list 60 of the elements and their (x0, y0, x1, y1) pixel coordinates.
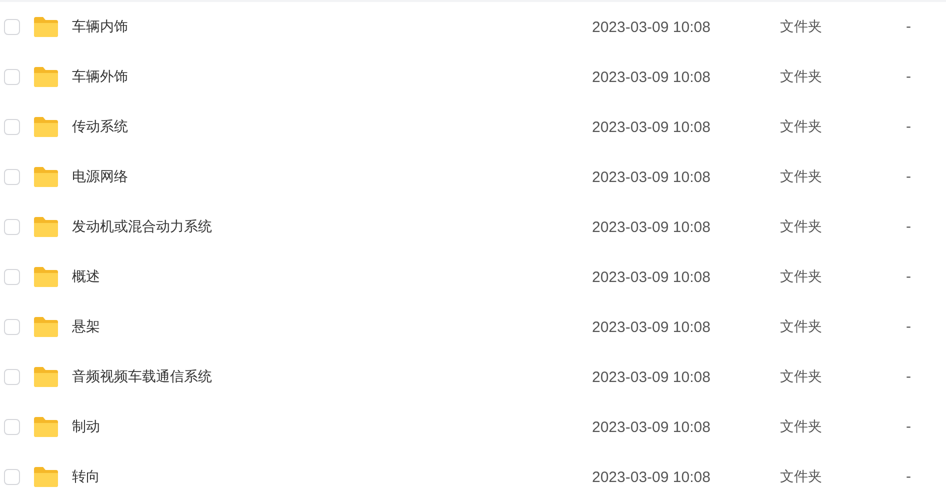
file-type: 文件夹 (780, 218, 823, 236)
file-size: - (906, 319, 912, 335)
checkbox[interactable] (4, 19, 20, 35)
modified-date: 2023-03-09 10:08 (592, 168, 712, 186)
checkbox[interactable] (4, 419, 20, 435)
modified-date: 2023-03-09 10:08 (592, 318, 712, 336)
file-name[interactable]: 电源网络 (72, 168, 592, 186)
modified-date: 2023-03-09 10:08 (592, 68, 712, 86)
file-name[interactable]: 车辆内饰 (72, 18, 592, 36)
file-size: - (906, 369, 912, 385)
file-size: - (906, 219, 912, 235)
folder-icon (33, 16, 59, 38)
folder-icon (33, 266, 59, 288)
file-size: - (906, 469, 912, 485)
checkbox[interactable] (4, 269, 20, 285)
modified-date: 2023-03-09 10:08 (592, 18, 712, 36)
checkbox[interactable] (4, 319, 20, 335)
folder-icon (33, 316, 59, 338)
folder-icon (33, 166, 59, 188)
checkbox[interactable] (4, 219, 20, 235)
file-size: - (906, 169, 912, 185)
file-size: - (906, 269, 912, 285)
file-name[interactable]: 制动 (72, 418, 592, 436)
file-type: 文件夹 (780, 168, 823, 186)
file-name[interactable]: 音频视频车载通信系统 (72, 368, 592, 386)
folder-icon (33, 66, 59, 88)
file-type: 文件夹 (780, 68, 823, 86)
file-size: - (906, 119, 912, 135)
file-size: - (906, 419, 912, 435)
file-name[interactable]: 转向 (72, 468, 592, 486)
file-type: 文件夹 (780, 418, 823, 436)
folder-icon (33, 216, 59, 238)
checkbox[interactable] (4, 169, 20, 185)
file-type: 文件夹 (780, 318, 823, 336)
checkbox[interactable] (4, 119, 20, 135)
checkbox[interactable] (4, 69, 20, 85)
checkbox[interactable] (4, 369, 20, 385)
file-type: 文件夹 (780, 118, 823, 136)
modified-date: 2023-03-09 10:08 (592, 418, 712, 436)
folder-icon (33, 416, 59, 438)
modified-date: 2023-03-09 10:08 (592, 268, 712, 286)
modified-date: 2023-03-09 10:08 (592, 368, 712, 386)
file-name[interactable]: 车辆外饰 (72, 68, 592, 86)
file-name[interactable]: 概述 (72, 268, 592, 286)
file-name[interactable]: 传动系统 (72, 118, 592, 136)
file-name[interactable]: 发动机或混合动力系统 (72, 218, 592, 236)
file-type: 文件夹 (780, 468, 823, 486)
file-type: 文件夹 (780, 368, 823, 386)
folder-icon (33, 116, 59, 138)
checkbox[interactable] (4, 469, 20, 485)
file-name[interactable]: 悬架 (72, 318, 592, 336)
modified-date: 2023-03-09 10:08 (592, 468, 712, 486)
file-type: 文件夹 (780, 18, 823, 36)
modified-date: 2023-03-09 10:08 (592, 118, 712, 136)
folder-icon (33, 466, 59, 488)
folder-icon (33, 366, 59, 388)
file-size: - (906, 69, 912, 85)
file-size: - (906, 19, 912, 35)
file-type: 文件夹 (780, 268, 823, 286)
modified-date: 2023-03-09 10:08 (592, 218, 712, 236)
